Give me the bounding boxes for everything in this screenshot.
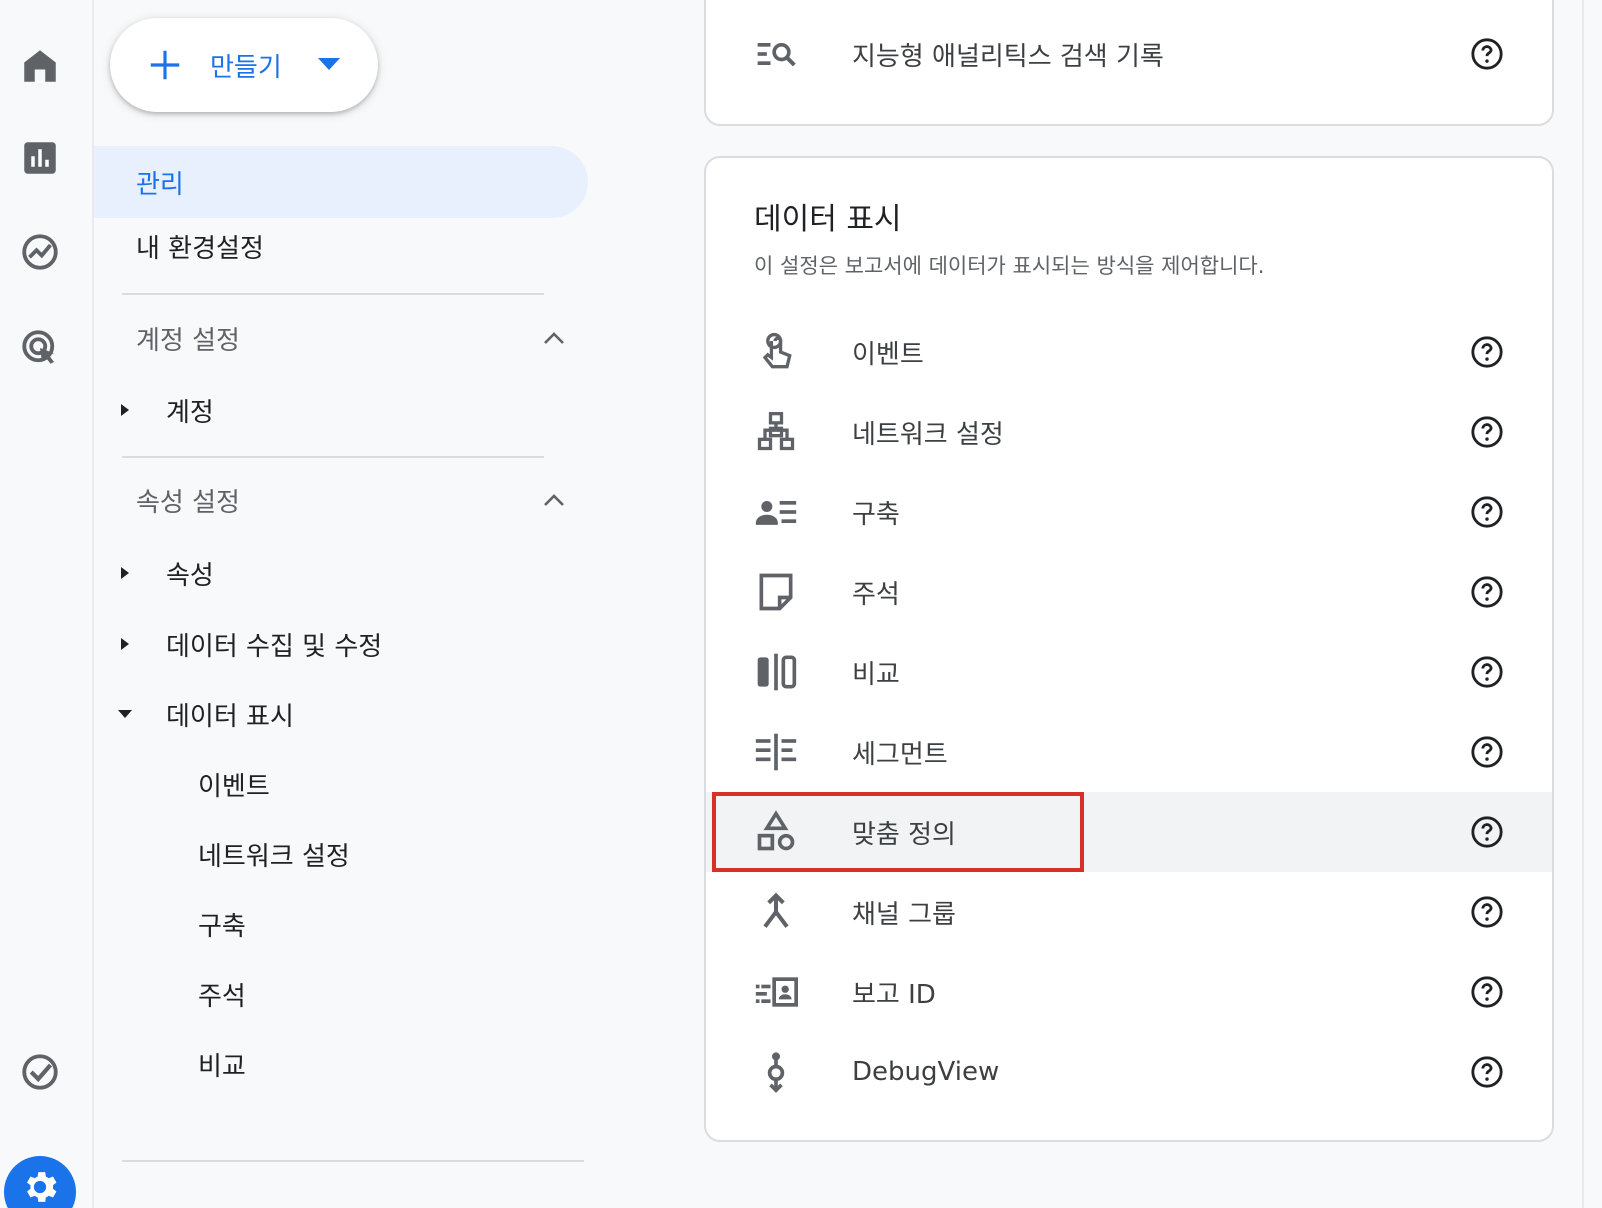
search-list-icon <box>754 32 798 76</box>
help-icon[interactable] <box>1470 975 1504 1009</box>
row-label: 구축 <box>852 499 900 530</box>
data-display-card: 데이터 표시 이 설정은 보고서에 데이터가 표시되는 방식을 제어합니다. 이… <box>704 156 1554 1142</box>
tree-item-account[interactable]: 계정 <box>118 380 578 440</box>
row-label: 네트워크 설정 <box>852 419 1004 450</box>
tree-sub-item[interactable]: 비교 <box>198 1034 578 1094</box>
debug-icon <box>754 1050 798 1094</box>
caret-down-icon <box>118 710 132 718</box>
account-settings-label: 계정 설정 <box>136 325 240 356</box>
row-label: 주석 <box>852 579 900 610</box>
tree-sub-item[interactable]: 구축 <box>198 894 578 954</box>
row-network-settings[interactable]: 네트워크 설정 <box>706 392 1552 472</box>
tree-item-data-collection[interactable]: 데이터 수집 및 수정 <box>118 614 578 674</box>
help-icon[interactable] <box>1470 495 1504 529</box>
help-icon[interactable] <box>1470 37 1504 71</box>
network-icon <box>754 410 798 454</box>
admin-gear-icon[interactable] <box>4 1156 76 1208</box>
caret-right-icon <box>121 567 129 579</box>
caret-right-icon <box>121 638 129 650</box>
search-history-card: 지능형 애널리틱스 검색 기록 <box>704 0 1554 126</box>
help-icon[interactable] <box>1470 895 1504 929</box>
row-label: DebugView <box>852 1057 1000 1087</box>
row-audiences[interactable]: 구축 <box>706 472 1552 552</box>
chevron-up-icon <box>544 494 564 506</box>
help-icon[interactable] <box>1470 575 1504 609</box>
note-icon <box>754 570 798 614</box>
row-debugview[interactable]: DebugView <box>706 1032 1552 1112</box>
compare-icon <box>754 650 798 694</box>
row-channel-groups[interactable]: 채널 그룹 <box>706 872 1552 952</box>
row-events[interactable]: 이벤트 <box>706 312 1552 392</box>
row-label: 채널 그룹 <box>852 899 956 930</box>
touch-icon <box>754 330 798 374</box>
row-segments[interactable]: 세그먼트 <box>706 712 1552 792</box>
create-button[interactable]: 만들기 <box>110 18 378 112</box>
divider <box>122 456 544 458</box>
tree-sub-item[interactable]: 네트워크 설정 <box>198 824 578 884</box>
chevron-up-icon <box>544 332 564 344</box>
tree-item-data-collection-label: 데이터 수집 및 수정 <box>166 631 383 662</box>
card-title: 데이터 표시 <box>754 202 902 237</box>
row-annotations[interactable]: 주석 <box>706 552 1552 632</box>
create-button-label: 만들기 <box>210 52 282 83</box>
property-settings-label: 속성 설정 <box>136 487 240 518</box>
chevron-down-icon <box>317 58 340 70</box>
tree-sub-item[interactable]: 이벤트 <box>198 754 578 814</box>
row-label: 이벤트 <box>852 339 924 370</box>
reports-icon[interactable] <box>18 136 62 180</box>
tree-item-property[interactable]: 속성 <box>118 543 578 603</box>
row-label: 보고 ID <box>852 979 936 1010</box>
help-icon[interactable] <box>1470 1055 1504 1089</box>
nav-admin[interactable]: 관리 <box>94 146 588 218</box>
segment-icon <box>754 730 798 774</box>
help-icon[interactable] <box>1470 815 1504 849</box>
plus-icon <box>150 50 180 80</box>
search-history-row[interactable]: 지능형 애널리틱스 검색 기록 <box>706 14 1552 94</box>
advertising-icon[interactable] <box>18 326 62 370</box>
tree-sub-item[interactable]: 주석 <box>198 964 578 1024</box>
configure-icon[interactable] <box>18 1050 62 1094</box>
left-rail <box>0 0 94 1208</box>
audience-icon <box>754 490 798 534</box>
divider <box>122 1160 584 1162</box>
caret-right-icon <box>121 404 129 416</box>
tree-item-property-label: 속성 <box>166 560 214 591</box>
scrollbar[interactable] <box>1582 0 1602 1208</box>
explore-icon[interactable] <box>18 230 62 274</box>
help-icon[interactable] <box>1470 335 1504 369</box>
tree-item-data-display[interactable]: 데이터 표시 <box>118 684 578 744</box>
row-label: 맞춤 정의 <box>852 819 956 850</box>
nav-preferences[interactable]: 내 환경설정 <box>94 214 588 278</box>
row-label: 비교 <box>852 659 900 690</box>
card-description: 이 설정은 보고서에 데이터가 표시되는 방식을 제어합니다. <box>754 254 1265 278</box>
row-custom-definitions[interactable]: 맞춤 정의 <box>706 792 1552 872</box>
tree-item-data-display-label: 데이터 표시 <box>166 701 294 732</box>
home-icon[interactable] <box>18 44 62 88</box>
account-settings-header[interactable]: 계정 설정 <box>136 312 566 364</box>
help-icon[interactable] <box>1470 655 1504 689</box>
help-icon[interactable] <box>1470 415 1504 449</box>
property-settings-header[interactable]: 속성 설정 <box>136 474 566 526</box>
merge-icon <box>754 890 798 934</box>
row-reporting-id[interactable]: 보고 ID <box>706 952 1552 1032</box>
divider <box>122 293 544 295</box>
help-icon[interactable] <box>1470 735 1504 769</box>
tree-item-account-label: 계정 <box>166 397 214 428</box>
row-comparisons[interactable]: 비교 <box>706 632 1552 712</box>
shapes-icon <box>754 810 798 854</box>
reporting-id-icon <box>754 970 798 1014</box>
search-history-label: 지능형 애널리틱스 검색 기록 <box>852 41 1164 72</box>
row-label: 세그먼트 <box>852 739 948 770</box>
admin-sidebar: 만들기 관리 내 환경설정 계정 설정 계정 속성 설정 속성 데이터 수집 및… <box>94 0 594 1208</box>
